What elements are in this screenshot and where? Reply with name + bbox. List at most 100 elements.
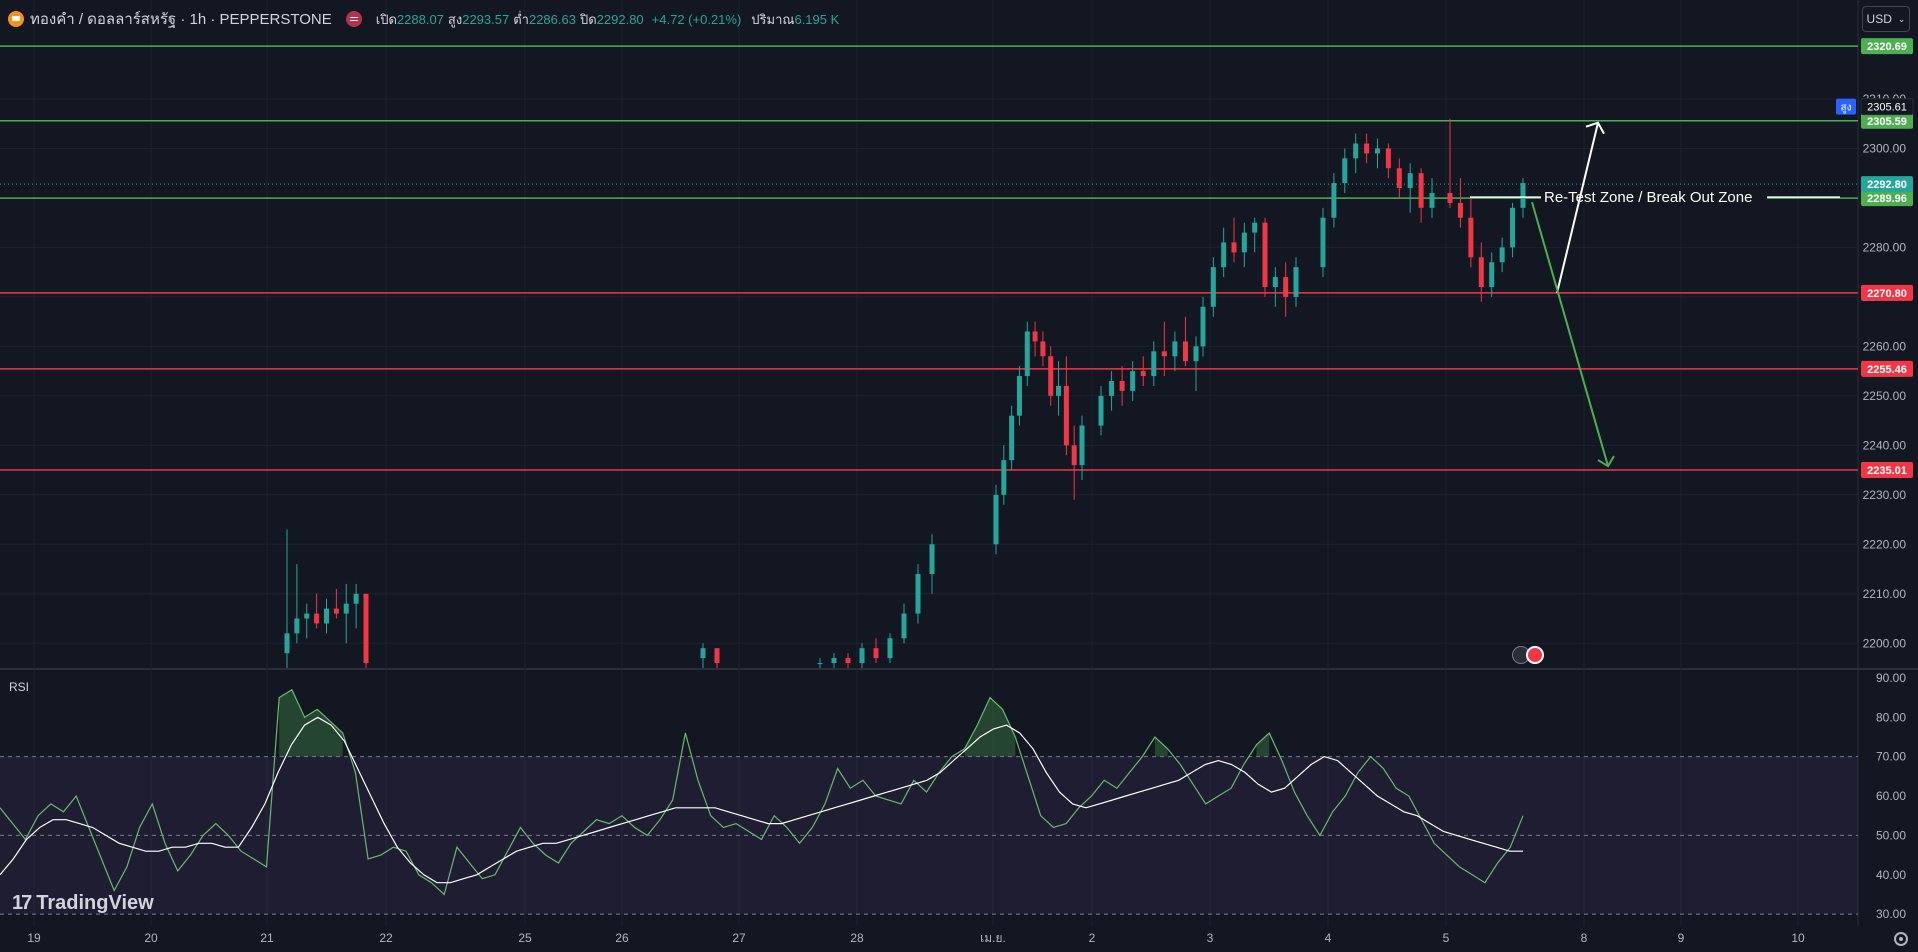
candle-body xyxy=(1283,277,1289,297)
time-tick-label: 10 xyxy=(1791,931,1805,945)
time-tick-label: 22 xyxy=(379,931,393,945)
candle-body xyxy=(1331,183,1337,218)
candle-body xyxy=(1098,395,1104,426)
candle-body xyxy=(929,544,935,574)
candle-body xyxy=(1385,148,1391,169)
candle-body xyxy=(1161,351,1167,357)
gear-icon[interactable] xyxy=(1894,932,1908,946)
time-tick-label: เม.ย. xyxy=(980,931,1006,945)
candle-body xyxy=(333,608,339,614)
candle-body xyxy=(1418,173,1424,208)
time-tick-label: 20 xyxy=(144,931,158,945)
annotation-text: Re-Test Zone / Break Out Zone xyxy=(1544,189,1752,206)
candlestick-series xyxy=(284,118,1526,668)
price-tick-label: 2200.00 xyxy=(1863,636,1907,650)
price-tick-label: 2230.00 xyxy=(1863,488,1907,502)
candle-body xyxy=(314,613,320,624)
candle-body xyxy=(993,494,999,545)
chart-header: ทองคำ / ดอลลาร์สหรัฐ · 1h · PEPPERSTONE … xyxy=(8,8,843,30)
candle-body xyxy=(1364,143,1370,154)
time-tick-label: 4 xyxy=(1325,931,1332,945)
candle-body xyxy=(901,613,907,639)
candle-body xyxy=(1457,202,1463,218)
time-tick-label: 28 xyxy=(850,931,864,945)
price-tick-label: 2300.00 xyxy=(1863,141,1907,155)
price-tick-label: 2220.00 xyxy=(1863,537,1907,551)
us-flag-event-icon[interactable] xyxy=(1526,646,1544,664)
candle-body xyxy=(1293,267,1299,297)
currency-select[interactable]: USD ⌄ xyxy=(1862,6,1910,32)
candle-body xyxy=(1489,262,1495,287)
level-price-label: 2320.69 xyxy=(1867,41,1907,53)
candle-body xyxy=(363,593,369,664)
price-tick-label: 2280.00 xyxy=(1863,240,1907,254)
horizontal-levels xyxy=(0,45,1858,471)
candle-body xyxy=(1140,371,1146,377)
tradingview-logo[interactable]: 17 TradingView xyxy=(12,892,154,915)
low-value: 2286.63 xyxy=(528,11,576,27)
candle-body xyxy=(1048,356,1054,396)
chevron-down-icon: ⌄ xyxy=(1897,13,1906,24)
open-value: 2288.07 xyxy=(396,11,444,27)
time-tick-label: 26 xyxy=(615,931,629,945)
candle-body xyxy=(1200,306,1206,347)
candle-body xyxy=(1262,222,1268,287)
candle-body xyxy=(1016,376,1022,416)
candle-body xyxy=(1032,331,1038,342)
candle-body xyxy=(1252,222,1258,233)
candle-body xyxy=(873,648,879,659)
candle-body xyxy=(1396,168,1402,189)
rsi-tick-label: 70.00 xyxy=(1876,750,1906,764)
candle-body xyxy=(1520,183,1526,208)
scenario-arrows[interactable]: Re-Test Zone / Break Out Zone xyxy=(1470,121,1840,468)
level-price-label: 2270.80 xyxy=(1867,288,1907,300)
price-tick-label: 2240.00 xyxy=(1863,438,1907,452)
candle-body xyxy=(845,658,851,664)
change-value: +4.72 (+0.21%) xyxy=(651,11,742,27)
high-label: สูง xyxy=(447,11,463,27)
symbol-title[interactable]: ทองคำ / ดอลลาร์สหรัฐ · 1h · PEPPERSTONE xyxy=(30,7,332,31)
candle-body xyxy=(1478,257,1484,287)
candle-body xyxy=(1182,341,1188,362)
candle-body xyxy=(1429,192,1435,208)
candle-body xyxy=(1063,385,1069,446)
event-markers[interactable] xyxy=(1512,646,1544,664)
candle-body xyxy=(1119,381,1125,391)
candle-body xyxy=(1353,143,1359,159)
last-price-label: 2292.80 xyxy=(1867,179,1907,191)
candle-body xyxy=(304,613,310,619)
candle-body xyxy=(1510,207,1516,248)
candle-body xyxy=(1407,173,1413,189)
level-price-label: 2255.46 xyxy=(1867,364,1907,376)
close-value: 2292.80 xyxy=(596,11,644,27)
candle-body xyxy=(1040,341,1046,357)
candle-body xyxy=(1320,217,1326,268)
candle-body xyxy=(915,573,921,614)
candle-body xyxy=(1001,460,1007,495)
candle-body xyxy=(1071,445,1077,466)
tv-logo-icon: 17 xyxy=(12,892,32,914)
candle-body xyxy=(343,603,349,614)
rsi-overbought-fill xyxy=(964,697,1016,757)
candle-body xyxy=(324,608,329,624)
chart-root: Re-Test Zone / Break Out Zone 2200.00 221… xyxy=(0,0,1918,952)
time-tick-label: 19 xyxy=(27,931,41,945)
rsi-tick-label: 80.00 xyxy=(1876,710,1906,724)
candle-body xyxy=(1210,267,1216,307)
candle-body xyxy=(1151,351,1157,377)
level-price-label: 2305.59 xyxy=(1867,116,1907,128)
chart-canvas[interactable]: Re-Test Zone / Break Out Zone 2200.00221… xyxy=(0,0,1918,952)
candle-body xyxy=(1130,371,1136,391)
candle-body xyxy=(1231,242,1237,253)
time-tick-label: 3 xyxy=(1207,931,1214,945)
candle-body xyxy=(1109,381,1115,396)
rsi-pane-label[interactable]: RSI xyxy=(9,680,29,694)
volume-value: 6.195 K xyxy=(794,11,840,27)
candle-body xyxy=(817,663,823,665)
menu-icon[interactable] xyxy=(345,11,362,27)
candle-body xyxy=(1499,247,1505,263)
time-tick-label: 8 xyxy=(1581,931,1588,945)
candle-body xyxy=(1342,158,1348,184)
price-tick-label: 2210.00 xyxy=(1863,587,1907,601)
low-label: ต่ำ xyxy=(513,11,529,27)
